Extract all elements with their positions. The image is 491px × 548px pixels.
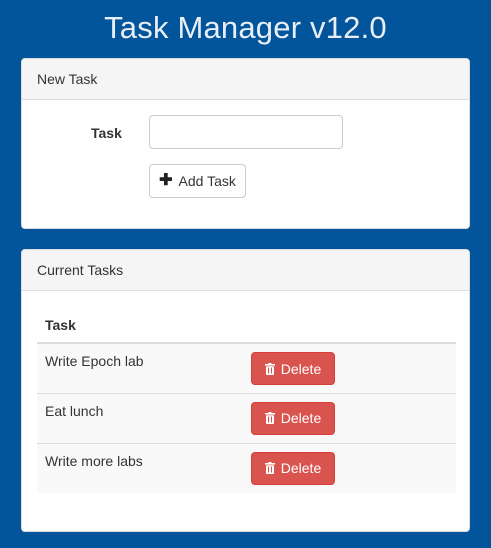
task-actions: Delete <box>243 392 456 443</box>
trash-icon <box>264 412 275 424</box>
new-task-heading: New Task <box>22 59 469 100</box>
tasks-table: Task Write Epoch lab Delete Eat lunch De… <box>37 308 456 493</box>
current-tasks-heading: Current Tasks <box>22 250 469 291</box>
delete-button[interactable]: Delete <box>251 352 335 385</box>
table-header-row: Task <box>37 308 456 344</box>
delete-label: Delete <box>280 360 322 377</box>
app-title: Task Manager v12.0 <box>104 10 387 45</box>
delete-button[interactable]: Delete <box>251 401 335 435</box>
task-column-header: Task <box>37 308 243 344</box>
task-actions: Delete <box>243 342 456 393</box>
delete-button[interactable]: Delete <box>251 451 335 485</box>
current-tasks-panel: Current Tasks Task Write Epoch lab Delet… <box>21 249 470 532</box>
task-actions: Delete <box>243 442 456 493</box>
table-row: Write more labs Delete <box>37 442 456 493</box>
task-field-label: Task <box>91 125 122 141</box>
add-task-button[interactable]: ✚ Add Task <box>149 164 246 198</box>
delete-label: Delete <box>280 460 322 476</box>
table-row: Eat lunch Delete <box>37 392 456 443</box>
task-input[interactable] <box>149 115 343 149</box>
task-name: Eat lunch <box>37 392 243 443</box>
task-name: Write more labs <box>37 442 243 493</box>
task-name: Write Epoch lab <box>37 342 243 393</box>
delete-label: Delete <box>280 410 322 426</box>
trash-icon <box>264 362 275 375</box>
trash-icon <box>264 462 275 474</box>
table-row: Write Epoch lab Delete <box>37 342 456 393</box>
actions-column-header <box>243 308 456 344</box>
new-task-panel: New Task Task ✚ Add Task <box>21 58 470 229</box>
add-task-label: Add Task <box>178 173 236 189</box>
plus-icon: ✚ <box>159 172 173 189</box>
